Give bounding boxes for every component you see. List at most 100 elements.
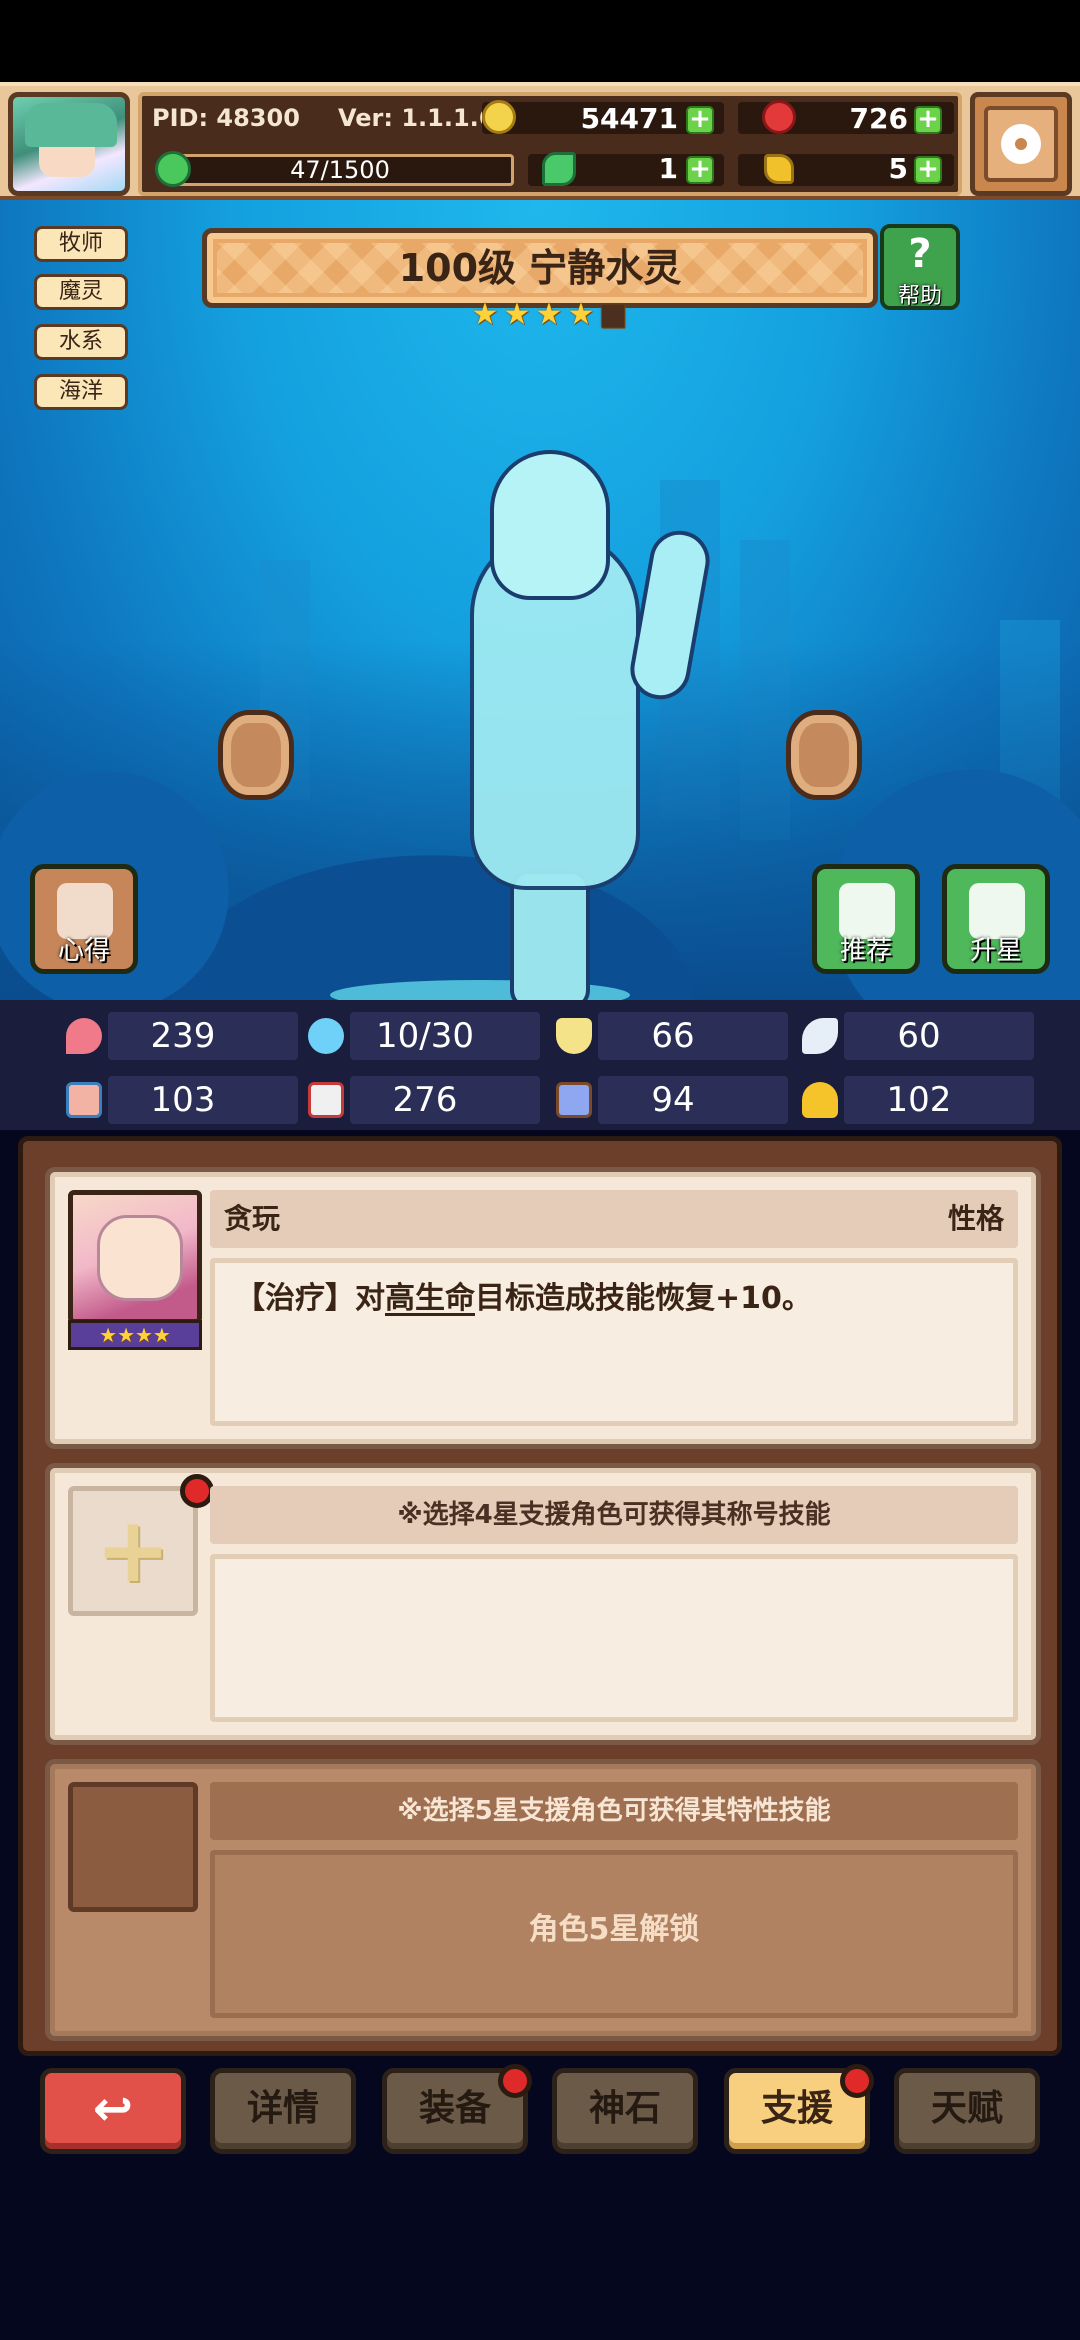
stat-resist-value: 94 [651, 1080, 695, 1120]
player-id: PID: 48300 [152, 104, 300, 132]
stat-attack-value: 103 [150, 1080, 216, 1120]
coin-icon [482, 100, 516, 134]
stat-speed-value: 60 [897, 1016, 941, 1056]
back-arrow-icon: ↩ [92, 2081, 134, 2137]
tab-support-label: 支援 [760, 2088, 833, 2129]
top-resource-bar: PID: 48300 Ver: 1.1.1.6 54471 + 726 + 47… [0, 82, 1080, 200]
help-label: 帮助 [897, 284, 942, 309]
ruby-icon [762, 100, 796, 134]
tab-details[interactable]: 详情 [210, 2068, 356, 2154]
stat-magic-value: 276 [392, 1080, 458, 1120]
tab-details-label: 详情 [246, 2088, 319, 2129]
element-tag-water: 水系 [34, 324, 128, 360]
support-card-slot-5star: ※选择5星支援角色可获得其特性技能 角色5星解锁 [45, 1759, 1041, 2041]
unlock-requirement: 角色5星解锁 [528, 1912, 700, 1947]
add-support-slot[interactable]: + [68, 1486, 198, 1616]
support-card-slot-4star: + ※选择4星支援角色可获得其称号技能 [45, 1463, 1041, 1745]
title-skill-hint: ※选择4星支援角色可获得其称号技能 [397, 1500, 831, 1530]
horseshoe-icon [802, 1082, 838, 1118]
stat-luck: 102 [794, 1070, 1034, 1126]
help-button[interactable]: ? 帮助 [880, 224, 960, 310]
star-rating: ★ ★ ★ ★ ■ [470, 300, 628, 330]
question-icon: ? [908, 231, 932, 277]
trait-label: 性格 [947, 1202, 1004, 1235]
clover-icon [542, 152, 576, 186]
support-skill-description: 【治疗】对高生命目标造成技能恢复+10。 [235, 1277, 812, 1321]
back-button[interactable]: ↩ [40, 2068, 186, 2154]
trait-skill-box: 角色5星解锁 [210, 1850, 1018, 2018]
shell-right-icon[interactable] [786, 710, 862, 800]
trait-skill-hint: ※选择5星支援角色可获得其特性技能 [397, 1796, 831, 1826]
stats-panel: 239 10/30 66 60 103 276 94 102 [0, 1000, 1080, 1130]
player-avatar[interactable] [8, 92, 130, 196]
title-skill-box [210, 1554, 1018, 1722]
stat-resist: 94 [548, 1070, 788, 1126]
class-tag-priest: 牧师 [34, 226, 128, 262]
shield-icon [556, 1018, 592, 1054]
star-icon: ★ [471, 297, 499, 332]
resource-panel: PID: 48300 Ver: 1.1.1.6 54471 + 726 + 47… [138, 92, 962, 196]
plus-icon: + [95, 1498, 171, 1603]
exp-bar: 47/1500 [155, 151, 514, 187]
portrait-star-rating: ★★★★ [68, 1320, 202, 1350]
add-rubies-button[interactable]: + [914, 106, 942, 134]
star-icon: ★ [535, 297, 563, 332]
water-spirit-character[interactable] [330, 450, 730, 1000]
exp-value: 47/1500 [290, 156, 390, 184]
scroll-icon [556, 1082, 592, 1118]
habitat-tag-ocean: 海洋 [34, 374, 128, 410]
recommend-button[interactable]: 推荐 [812, 864, 920, 974]
shell-left-icon[interactable] [218, 710, 294, 800]
support-card-header: ※选择4星支援角色可获得其称号技能 [210, 1486, 1018, 1544]
stat-hp: 239 [58, 1006, 298, 1062]
stat-hp-value: 239 [150, 1016, 216, 1056]
support-card-header: ※选择5星支援角色可获得其特性技能 [210, 1782, 1018, 1840]
clover-count: 1 [658, 152, 678, 185]
support-panel: ★★★★ 贪玩 性格 【治疗】对高生命目标造成技能恢复+10。 + ※选择4星支… [18, 1136, 1062, 2056]
status-bar [0, 0, 1080, 82]
coin-count: 54471 [580, 102, 678, 135]
notification-dot-icon [180, 1474, 214, 1508]
star-up-label: 升星 [969, 936, 1022, 966]
star-icon: ★★★★ [99, 1323, 171, 1347]
add-keys-button[interactable]: + [914, 156, 942, 184]
character-title: 100级 宁静水灵 [398, 246, 682, 290]
support-card-equipped[interactable]: ★★★★ 贪玩 性格 【治疗】对高生命目标造成技能恢复+10。 [45, 1167, 1041, 1449]
wing-icon [802, 1018, 838, 1054]
stat-magic: 276 [300, 1070, 540, 1126]
star-up-button[interactable]: 升星 [942, 864, 1050, 974]
star-icon: ★ [503, 297, 531, 332]
bottom-navigation: ↩ 详情 装备 神石 支援 天赋 [0, 2064, 1080, 2164]
character-title-banner: 100级 宁静水灵 [202, 228, 878, 308]
settings-button[interactable] [970, 92, 1072, 196]
tab-talent[interactable]: 天赋 [894, 2068, 1040, 2154]
gear-icon [1001, 124, 1041, 164]
tab-godstone-label: 神石 [588, 2088, 661, 2129]
notification-dot-icon [498, 2064, 532, 2098]
support-card-header: 贪玩 性格 [210, 1190, 1018, 1248]
water-drop-icon [308, 1018, 344, 1054]
star-empty-icon: ■ [598, 297, 628, 332]
key-count: 5 [888, 152, 908, 185]
skill-desc-keyword: 高生命 [385, 1281, 475, 1316]
tab-godstone[interactable]: 神石 [552, 2068, 698, 2154]
add-coins-button[interactable]: + [686, 106, 714, 134]
class-tag-demon-spirit: 魔灵 [34, 274, 128, 310]
game-version: Ver: 1.1.1.6 [338, 104, 496, 132]
add-clovers-button[interactable]: + [686, 156, 714, 184]
notes-label: 心得 [57, 936, 110, 966]
bottom-safe-area [0, 2170, 1080, 2340]
tab-talent-label: 天赋 [930, 2088, 1003, 2129]
book-icon [308, 1082, 344, 1118]
fist-icon [66, 1082, 102, 1118]
stat-defense-value: 66 [651, 1016, 695, 1056]
stat-mana: 10/30 [300, 1006, 540, 1062]
notes-button[interactable]: 心得 [30, 864, 138, 974]
ruby-count: 726 [849, 102, 908, 135]
support-character-name: 贪玩 [224, 1202, 281, 1235]
character-scene: 牧师 魔灵 水系 海洋 100级 宁静水灵 ★ ★ ★ ★ ■ ? 帮助 心得 … [0, 200, 1080, 1000]
stat-mana-value: 10/30 [376, 1016, 474, 1056]
skill-desc-suffix: 目标造成技能恢复+10。 [475, 1281, 812, 1316]
stat-attack: 103 [58, 1070, 298, 1126]
support-character-portrait[interactable] [68, 1190, 202, 1324]
